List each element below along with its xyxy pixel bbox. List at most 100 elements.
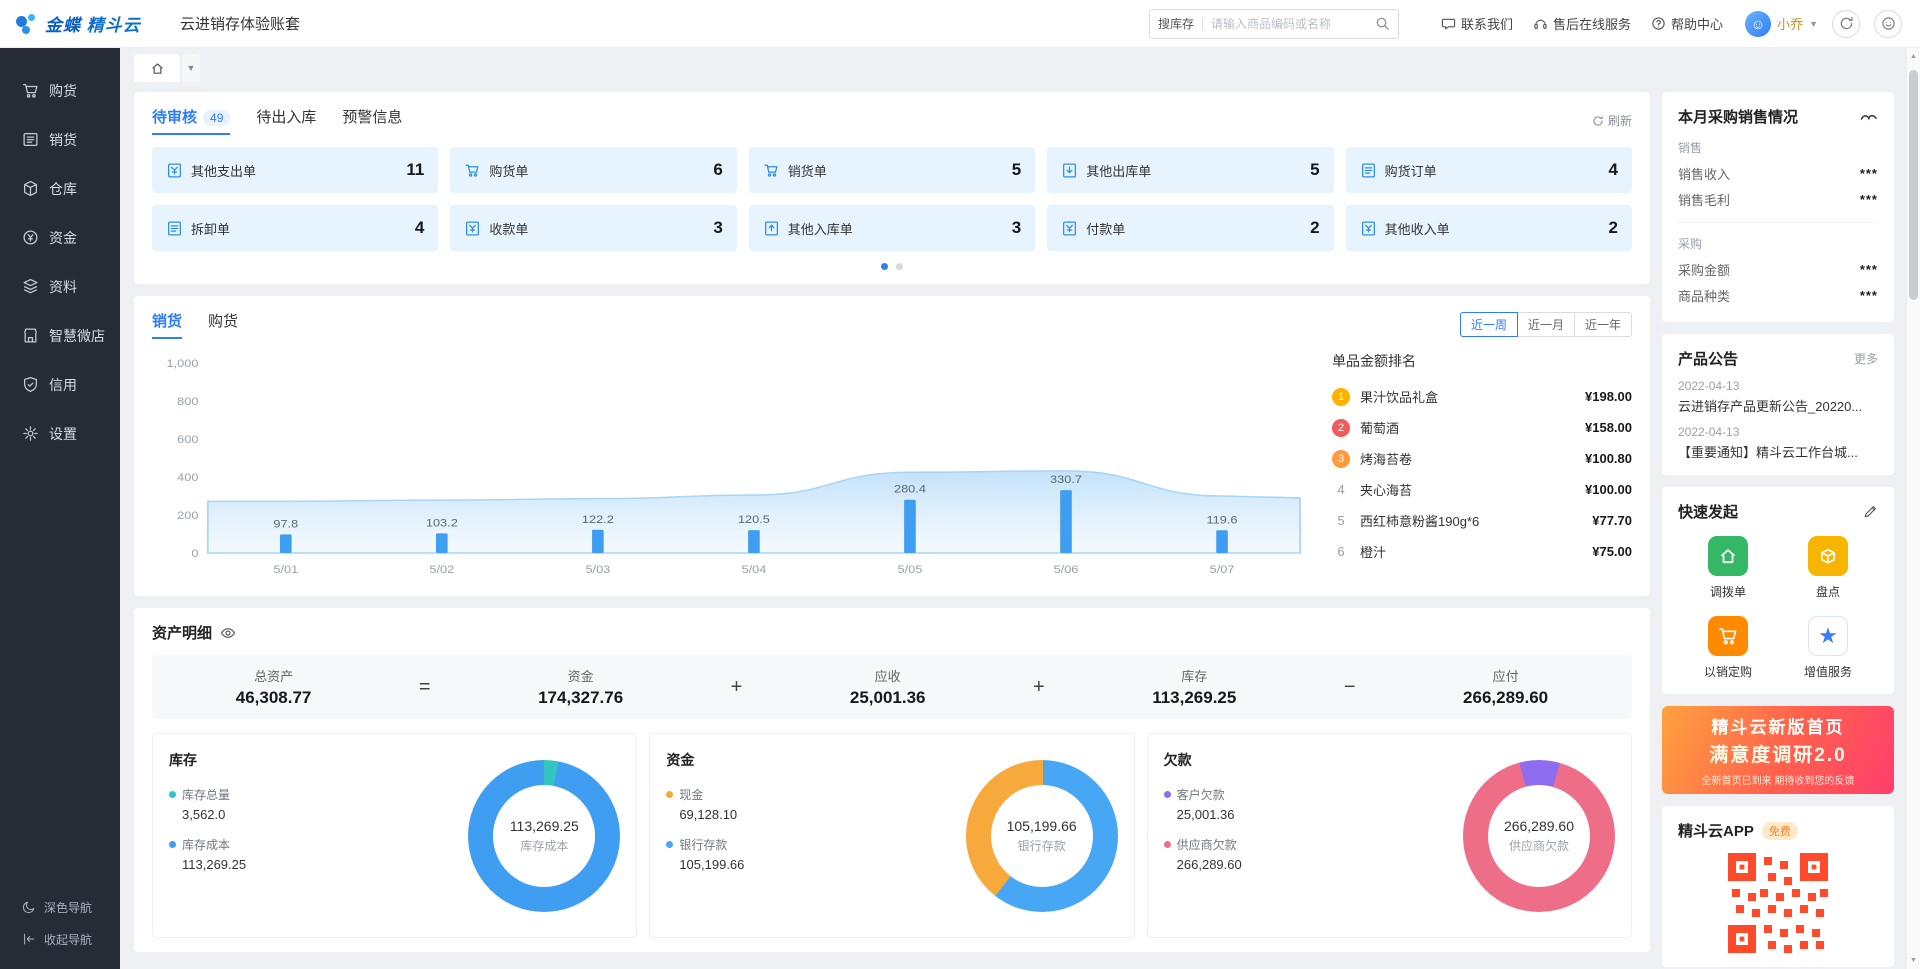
tab-sales[interactable]: 销货 — [152, 310, 182, 339]
tab-pending-approval[interactable]: 待审核49 — [152, 106, 230, 135]
legend-item: 库存总量3,562.0 — [169, 786, 246, 822]
collapse-nav-button[interactable]: 收起导航 — [0, 923, 120, 955]
svg-text:1,000: 1,000 — [167, 357, 199, 370]
sidebar-item-warehouse[interactable]: 仓库 — [0, 164, 120, 213]
cube-icon — [22, 180, 39, 197]
page-scrollbar[interactable]: ▲ ▼ — [1906, 48, 1920, 969]
todo-tile-purchase-order[interactable]: 购货单6 — [450, 147, 736, 193]
quick-stocktake[interactable]: 盘点 — [1778, 536, 1878, 600]
assets-card: 资产明细 总资产46,308.77 = 资金174,327.76 + 应收25,… — [134, 608, 1650, 952]
page-dot-2[interactable] — [896, 263, 903, 270]
brand-logo[interactable]: 金蝶 精斗云 — [14, 11, 166, 36]
range-year-button[interactable]: 近一年 — [1574, 312, 1632, 337]
dark-nav-toggle[interactable]: 深色导航 — [0, 891, 120, 923]
todo-tile-other-inbound[interactable]: 其他入库单3 — [749, 205, 1035, 251]
account-title: 云进销存体验账套 — [180, 13, 300, 34]
help-center-link[interactable]: 帮助中心 — [1651, 14, 1723, 33]
survey-banner[interactable]: 精斗云新版首页 满意度调研2.0 全新首页已到来 期待收到您的反馈 — [1662, 706, 1894, 794]
service-robot-button[interactable] — [1874, 10, 1902, 38]
sidebar-item-smart-store[interactable]: 智慧微店 — [0, 311, 120, 360]
legend-item: 客户欠款25,001.36 — [1164, 786, 1242, 822]
scrollbar-thumb[interactable] — [1909, 70, 1918, 300]
product-amount: ¥77.70 — [1592, 513, 1632, 528]
asset-formula-bar: 总资产46,308.77 = 资金174,327.76 + 应收25,001.3… — [152, 655, 1632, 719]
todo-tile-purchase-po[interactable]: 购货订单4 — [1346, 147, 1632, 193]
search-input[interactable] — [1211, 17, 1375, 31]
tile-count: 11 — [406, 160, 424, 180]
sidebar-item-settings[interactable]: 设置 — [0, 409, 120, 458]
sidebar-item-sales[interactable]: 销货 — [0, 115, 120, 164]
sidebar-item-label: 仓库 — [49, 179, 77, 199]
inventory-total: 库存113,269.25 — [1152, 666, 1236, 708]
legend-dot — [666, 791, 673, 798]
bronze-medal-icon: 3 — [1332, 450, 1350, 468]
svg-text:122.2: 122.2 — [582, 513, 614, 526]
tab-label: 待审核 — [152, 109, 197, 126]
operator-equals: = — [419, 676, 431, 699]
todo-tile-sales-order[interactable]: 销货单5 — [749, 147, 1035, 193]
sidebar-item-funds[interactable]: 资金 — [0, 213, 120, 262]
ranking-row[interactable]: 4夹心海苔¥100.00 — [1332, 474, 1632, 505]
legend-dot — [169, 841, 176, 848]
announcements-card: 产品公告 更多 2022-04-13 云进销存产品更新公告_20220... 2… — [1662, 334, 1894, 475]
quick-transfer-order[interactable]: 调拨单 — [1678, 536, 1778, 600]
search-category-selector[interactable]: 搜库存 — [1158, 15, 1194, 32]
tab-dropdown-caret[interactable]: ▼ — [182, 54, 200, 82]
todo-tile-payment[interactable]: 付款单2 — [1047, 205, 1333, 251]
svg-text:119.6: 119.6 — [1207, 513, 1238, 526]
more-link[interactable]: 更多 — [1854, 350, 1878, 367]
ranking-row[interactable]: 1果汁饮品礼盒¥198.00 — [1332, 381, 1632, 412]
refresh-button[interactable]: 刷新 — [1592, 112, 1632, 129]
tab-label: 预警信息 — [342, 109, 402, 126]
todo-tile-other-outbound[interactable]: 其他出库单5 — [1047, 147, 1333, 193]
todo-tile-disassembly[interactable]: 拆卸单4 — [152, 205, 438, 251]
scroll-up-arrow[interactable]: ▲ — [1907, 53, 1920, 60]
quick-item-label: 以销定购 — [1704, 663, 1752, 680]
announcement-text: 云进销存产品更新公告_20220... — [1678, 396, 1878, 415]
announcement-item[interactable]: 2022-04-13 【重要通知】精斗云工作台城... — [1678, 425, 1878, 461]
svg-text:5/06: 5/06 — [1054, 563, 1079, 576]
user-menu[interactable]: ☺ 小乔 ▼ — [1745, 11, 1818, 37]
quick-value-added-service[interactable]: ★ 增值服务 — [1778, 616, 1878, 680]
tab-home[interactable] — [134, 54, 180, 82]
contact-us-link[interactable]: 联系我们 — [1441, 14, 1513, 33]
sidebar-item-label: 智慧微店 — [49, 326, 105, 346]
ranking-row[interactable]: 6橙汁¥75.00 — [1332, 536, 1632, 567]
sidebar-item-data[interactable]: 资料 — [0, 262, 120, 311]
ranking-row[interactable]: 5西红柿意粉酱190g*6¥77.70 — [1332, 505, 1632, 536]
legend-item: 现金69,128.10 — [666, 786, 744, 822]
tab-label: 销货 — [152, 313, 182, 330]
total-assets: 总资产46,308.77 — [236, 666, 312, 708]
announcement-item[interactable]: 2022-04-13 云进销存产品更新公告_20220... — [1678, 379, 1878, 415]
svg-text:5/07: 5/07 — [1210, 563, 1235, 576]
search-icon[interactable] — [1375, 16, 1390, 31]
star-icon: ★ — [1808, 616, 1848, 656]
after-sales-service-link[interactable]: 售后在线服务 — [1533, 14, 1631, 33]
pencil-icon[interactable] — [1863, 504, 1878, 519]
cart-doc-icon — [464, 162, 481, 179]
search-box[interactable]: 搜库存 — [1149, 9, 1399, 39]
sidebar-item-purchase[interactable]: 购货 — [0, 66, 120, 115]
todo-tile-receipt[interactable]: 收款单3 — [450, 205, 736, 251]
ranking-row[interactable]: 2葡萄酒¥158.00 — [1332, 412, 1632, 443]
tab-pending-inout[interactable]: 待出入库 — [256, 106, 316, 135]
range-month-button[interactable]: 近一月 — [1517, 312, 1575, 337]
tab-purchase[interactable]: 购货 — [208, 310, 238, 339]
page-dot-1[interactable] — [881, 263, 888, 270]
qr-code — [1678, 853, 1878, 953]
history-button[interactable] — [1832, 10, 1860, 38]
scroll-down-arrow[interactable]: ▼ — [1907, 957, 1920, 964]
rank-number: 6 — [1332, 544, 1350, 559]
assets-title: 资产明细 — [152, 622, 212, 643]
sidebar-item-credit[interactable]: 信用 — [0, 360, 120, 409]
quick-buy-on-sales[interactable]: 以销定购 — [1678, 616, 1778, 680]
todo-tile-other-expense[interactable]: 其他支出单11 — [152, 147, 438, 193]
tab-warning-info[interactable]: 预警信息 — [342, 106, 402, 135]
workspace-tabstrip: ▼ — [120, 48, 1920, 82]
range-week-button[interactable]: 近一周 — [1460, 312, 1518, 337]
ranking-row[interactable]: 3烤海苔卷¥100.80 — [1332, 443, 1632, 474]
moon-icon — [22, 900, 36, 914]
ranking-title: 单品金额排名 — [1332, 351, 1632, 371]
eye-icon[interactable] — [220, 625, 236, 641]
todo-tile-other-income[interactable]: 其他收入单2 — [1346, 205, 1632, 251]
